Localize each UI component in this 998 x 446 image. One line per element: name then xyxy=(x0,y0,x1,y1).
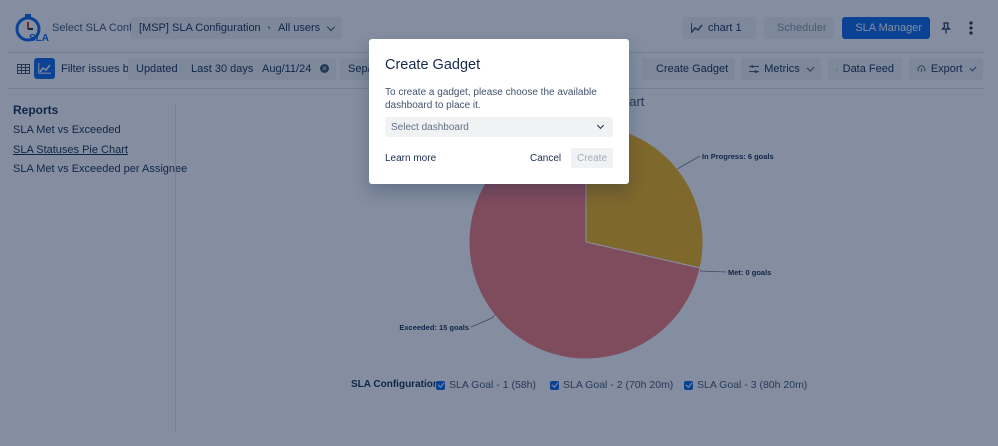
cancel-button[interactable]: Cancel xyxy=(530,153,561,164)
learn-more-link[interactable]: Learn more xyxy=(385,153,436,164)
modal-description: To create a gadget, please choose the av… xyxy=(385,87,597,111)
dashboard-select[interactable]: Select dashboard xyxy=(385,117,613,137)
create-button[interactable]: Create xyxy=(571,148,613,168)
chevron-down-icon xyxy=(596,121,605,130)
dashboard-select-placeholder: Select dashboard xyxy=(391,121,469,133)
modal-title: Create Gadget xyxy=(385,57,481,73)
create-gadget-dialog: Create Gadget To create a gadget, please… xyxy=(369,39,629,184)
create-button-label: Create xyxy=(576,152,607,164)
